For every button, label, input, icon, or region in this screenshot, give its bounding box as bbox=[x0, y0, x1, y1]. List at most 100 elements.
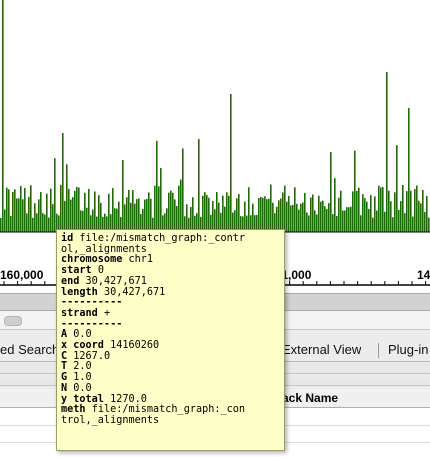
coverage-bar bbox=[212, 200, 214, 232]
coverage-bar bbox=[342, 210, 344, 232]
coverage-bar bbox=[50, 188, 52, 232]
coverage-bar bbox=[330, 152, 332, 232]
column-header-track-name[interactable]: ack Name bbox=[282, 391, 338, 405]
tooltip-value: 30,427,671 bbox=[103, 286, 166, 298]
coverage-bar bbox=[332, 214, 334, 232]
scrollbar-thumb[interactable] bbox=[4, 316, 22, 326]
coverage-bar bbox=[350, 206, 352, 232]
coverage-bar bbox=[306, 212, 308, 232]
tab-external-view[interactable]: External View bbox=[282, 342, 361, 357]
coverage-bar bbox=[174, 199, 176, 232]
tooltip-row: ---------- bbox=[61, 318, 280, 331]
coverage-bar bbox=[252, 203, 254, 232]
coverage-bar bbox=[290, 205, 292, 232]
coverage-bar bbox=[180, 179, 182, 232]
coverage-bar bbox=[126, 197, 128, 232]
coverage-bar bbox=[168, 192, 170, 232]
coverage-bar bbox=[222, 195, 224, 232]
tooltip-value: 1.0 bbox=[73, 372, 92, 384]
coverage-bar bbox=[46, 193, 48, 232]
coverage-bar bbox=[42, 213, 44, 232]
coverage-bar bbox=[158, 186, 160, 232]
tooltip-key: length bbox=[61, 286, 98, 298]
coverage-bar bbox=[32, 217, 34, 232]
coverage-bar bbox=[52, 204, 54, 232]
tooltip-key: x coord bbox=[61, 340, 104, 352]
coverage-bar bbox=[78, 187, 80, 232]
coverage-bar bbox=[338, 197, 340, 232]
tooltip-row: C 1267.0 bbox=[61, 350, 280, 363]
coverage-bar bbox=[16, 198, 18, 232]
coverage-bar bbox=[14, 189, 16, 232]
coverage-bar bbox=[390, 201, 392, 232]
coverage-bar bbox=[386, 72, 388, 232]
coverage-bar bbox=[6, 187, 8, 232]
coverage-bar bbox=[12, 191, 14, 232]
tooltip-key: ---------- bbox=[61, 318, 123, 330]
tab-divider bbox=[378, 343, 379, 358]
coverage-bar bbox=[76, 187, 78, 232]
coverage-bar bbox=[424, 212, 426, 232]
coverage-bar bbox=[28, 196, 30, 232]
coverage-bar bbox=[36, 213, 38, 232]
coverage-bar bbox=[146, 198, 148, 232]
coverage-bar bbox=[420, 203, 422, 232]
tooltip-key: G bbox=[61, 372, 68, 384]
coverage-bar bbox=[128, 190, 130, 232]
coverage-bar bbox=[262, 197, 264, 232]
tooltip-value: chr1 bbox=[128, 254, 154, 266]
coverage-bar bbox=[40, 192, 42, 232]
coverage-bar bbox=[416, 185, 418, 232]
coverage-bar bbox=[38, 199, 40, 232]
coverage-bar bbox=[308, 215, 310, 232]
coverage-bar bbox=[182, 148, 184, 232]
coverage-bar bbox=[346, 207, 348, 232]
tooltip-value: file:/mismatch_graph:_contr bbox=[79, 233, 246, 244]
tooltip-key: ---------- bbox=[61, 297, 123, 309]
coverage-bar bbox=[238, 193, 240, 232]
coverage-bar bbox=[410, 190, 412, 232]
coverage-bar bbox=[202, 195, 204, 232]
tooltip-value: + bbox=[103, 307, 111, 319]
coverage-bar bbox=[132, 190, 134, 232]
tooltip-key: A bbox=[61, 329, 68, 341]
mismatch-graph-track[interactable] bbox=[0, 0, 430, 233]
tab-plug-in[interactable]: Plug-in bbox=[388, 342, 428, 357]
coverage-bar bbox=[208, 197, 210, 232]
coverage-bar bbox=[324, 206, 326, 232]
tooltip-key: C bbox=[61, 350, 68, 362]
tooltip-key: N bbox=[61, 382, 68, 394]
coverage-bar bbox=[316, 214, 318, 232]
coverage-bar bbox=[398, 209, 400, 232]
coverage-bar bbox=[378, 185, 380, 232]
coverage-bar bbox=[286, 201, 288, 232]
coverage-bar bbox=[70, 199, 72, 232]
coverage-bar bbox=[228, 195, 230, 232]
tab-advanced-search[interactable]: ed Search bbox=[0, 342, 59, 357]
coverage-bar bbox=[258, 197, 260, 232]
coverage-bar bbox=[148, 192, 150, 232]
coverage-bar bbox=[428, 217, 430, 232]
coverage-bar bbox=[266, 199, 268, 232]
tooltip-key: y total bbox=[61, 393, 104, 405]
coverage-bar bbox=[218, 202, 220, 232]
coverage-bar bbox=[318, 195, 320, 232]
coverage-bar bbox=[30, 185, 32, 232]
coverage-bar bbox=[356, 190, 358, 232]
coverage-bar bbox=[26, 213, 28, 232]
coverage-bar bbox=[374, 196, 376, 232]
coverage-bar bbox=[292, 204, 294, 232]
coverage-bar bbox=[388, 190, 390, 232]
coverage-bar bbox=[34, 203, 36, 232]
coverage-bar bbox=[144, 199, 146, 232]
coverage-bar bbox=[20, 185, 22, 232]
coverage-bar bbox=[24, 188, 26, 232]
coverage-bar bbox=[216, 192, 218, 232]
coverage-bar bbox=[0, 217, 2, 232]
coverage-bar bbox=[402, 184, 404, 232]
coverage-bar bbox=[310, 197, 312, 232]
coverage-bar bbox=[288, 195, 290, 232]
coverage-bar bbox=[340, 190, 342, 232]
tooltip-value: trol,_alignments bbox=[61, 414, 160, 426]
coverage-bar bbox=[368, 208, 370, 232]
